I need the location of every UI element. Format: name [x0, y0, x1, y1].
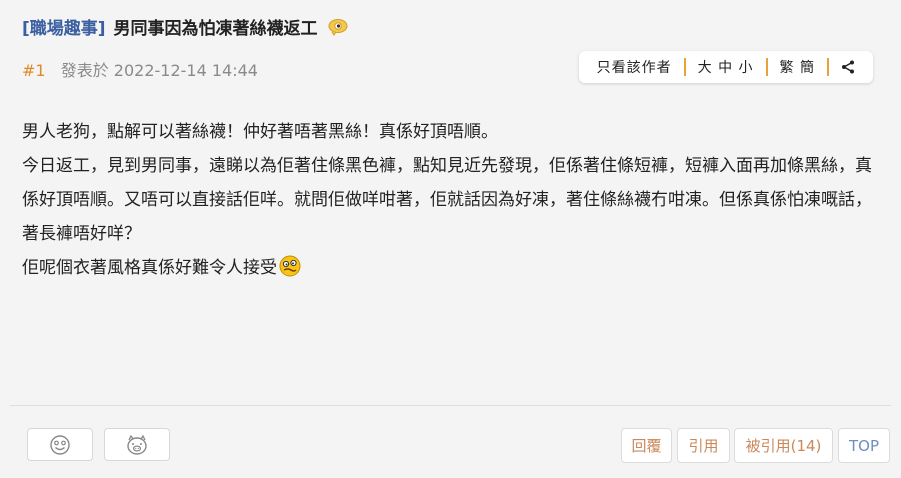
dizzy-face-emoji-icon [278, 255, 302, 289]
share-button[interactable] [829, 60, 867, 74]
font-size-button[interactable]: 大 中 小 [686, 57, 766, 77]
post-toolbar: 只看該作者 大 中 小 繁 簡 [578, 51, 873, 83]
post-category[interactable]: [職場趣事] [22, 14, 106, 39]
quoted-count-button[interactable]: 被引用(14) [734, 428, 833, 463]
floor-number[interactable]: #1 [22, 61, 46, 80]
post-meta: #1 發表於 2022-12-14 14:44 [22, 57, 258, 81]
content-paragraph: 佢呢個衣著風格真係好難令人接受 [22, 251, 888, 289]
content-paragraph: 男人老狗，點解可以著絲襪！仲好著唔著黑絲！真係好頂唔順。 [22, 122, 498, 142]
post-content: 男人老狗，點解可以著絲襪！仲好著唔著黑絲！真係好頂唔順。 今日返工，見到男同事，… [22, 115, 888, 289]
smiley-face-icon [50, 434, 70, 455]
author-only-button[interactable]: 只看該作者 [585, 57, 684, 77]
content-paragraph: 今日返工，見到男同事，遠睇以為佢著住條黑色褲，點知見近先發現，佢係著住條短褲，短… [22, 156, 872, 244]
eye-icon [328, 18, 348, 36]
share-icon [842, 60, 854, 74]
traditional-simplified-button[interactable]: 繁 簡 [768, 57, 827, 77]
back-to-top-button[interactable]: TOP [838, 428, 890, 463]
post-title: 男同事因為怕凍著絲襪返工 [113, 19, 318, 39]
like-button[interactable] [27, 428, 93, 461]
quote-button[interactable]: 引用 [677, 428, 730, 463]
post-date: 發表於 2022-12-14 14:44 [60, 61, 258, 80]
content-text: 佢呢個衣著風格真係好難令人接受 [22, 258, 277, 278]
content-divider [10, 405, 891, 406]
post-header: [職場趣事] 男同事因為怕凍著絲襪返工 [22, 14, 348, 39]
dislike-button[interactable] [104, 428, 170, 461]
pig-face-icon [127, 434, 147, 455]
reply-button[interactable]: 回覆 [621, 428, 672, 463]
